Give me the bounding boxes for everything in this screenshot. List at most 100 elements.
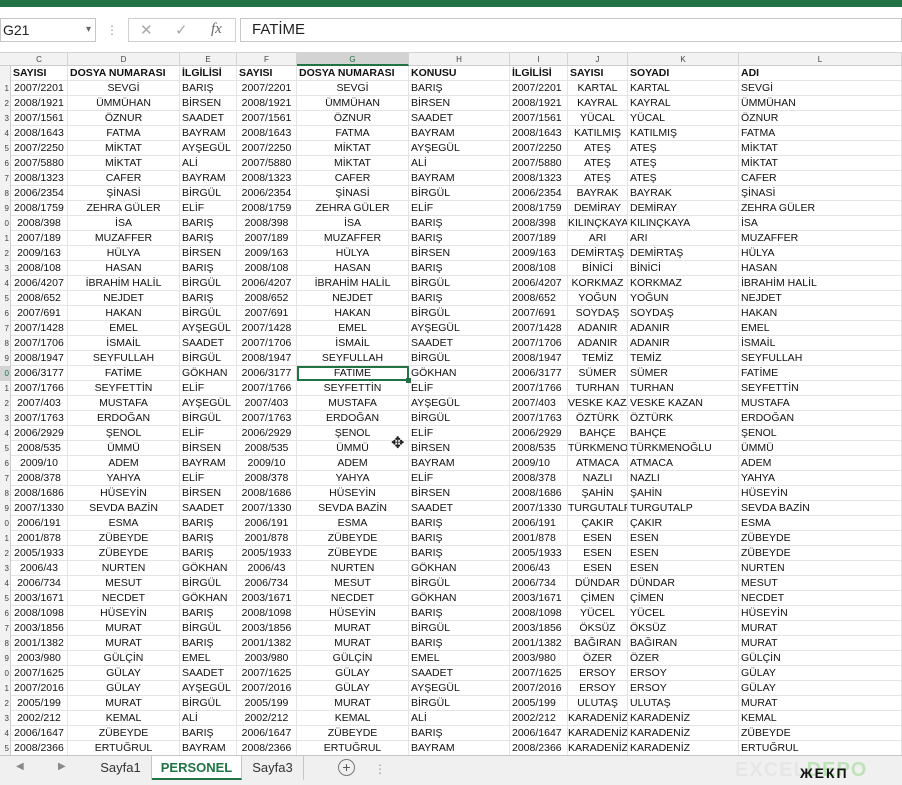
table-cell[interactable]: KILINÇKAYA (568, 216, 628, 231)
table-cell[interactable]: 2002/212 (11, 711, 68, 726)
table-cell[interactable]: ERSOY (628, 681, 739, 696)
table-cell[interactable]: 2005/1933 (237, 546, 297, 561)
table-header-cell[interactable]: ADI (739, 66, 902, 81)
table-cell[interactable]: DEMİRAY (628, 201, 739, 216)
table-cell[interactable]: KARADENİZ (568, 711, 628, 726)
table-cell[interactable]: YOĞUN (628, 291, 739, 306)
table-cell[interactable]: 2008/378 (11, 471, 68, 486)
table-cell[interactable]: KATILMIŞ (628, 126, 739, 141)
table-cell[interactable]: 2001/878 (510, 531, 568, 546)
row-header[interactable]: 5 (0, 591, 11, 606)
table-cell[interactable]: BARIŞ (409, 726, 510, 741)
table-header-cell[interactable]: KONUSU (409, 66, 510, 81)
table-cell[interactable]: KILINÇKAYA (628, 216, 739, 231)
table-header-cell[interactable]: DOSYA NUMARASI (297, 66, 409, 81)
table-cell[interactable]: 2008/398 (510, 216, 568, 231)
row-header[interactable]: 3 (0, 261, 11, 276)
table-cell[interactable]: 2001/878 (11, 531, 68, 546)
row-header[interactable]: 0 (0, 666, 11, 681)
table-cell[interactable]: BİRGÜL (409, 306, 510, 321)
table-cell[interactable]: YOĞUN (568, 291, 628, 306)
table-cell[interactable]: KEMAL (297, 711, 409, 726)
table-cell[interactable]: 2007/2250 (510, 141, 568, 156)
row-header[interactable]: 4 (0, 126, 11, 141)
table-cell[interactable]: 2008/1921 (510, 96, 568, 111)
table-cell[interactable]: BAHÇE (568, 426, 628, 441)
table-cell[interactable]: 2009/163 (510, 246, 568, 261)
table-cell[interactable]: 2007/2201 (510, 81, 568, 96)
table-cell[interactable]: 2003/1856 (237, 621, 297, 636)
table-cell[interactable]: 2007/2016 (11, 681, 68, 696)
table-cell[interactable]: EMEL (68, 321, 180, 336)
column-header-e[interactable]: E (180, 53, 237, 66)
table-cell[interactable]: 2008/1759 (11, 201, 68, 216)
table-cell[interactable]: HÜSEYİN (297, 606, 409, 621)
row-header[interactable]: 7 (0, 321, 11, 336)
table-cell[interactable]: 2007/1561 (237, 111, 297, 126)
table-cell[interactable]: MURAT (297, 621, 409, 636)
row-header[interactable]: 1 (0, 681, 11, 696)
table-cell[interactable]: İSA (297, 216, 409, 231)
table-cell[interactable]: BARIŞ (409, 231, 510, 246)
table-cell[interactable]: 2007/2016 (510, 681, 568, 696)
table-cell[interactable]: 2003/980 (11, 651, 68, 666)
row-header[interactable]: 6 (0, 456, 11, 471)
table-cell[interactable]: 2007/2250 (11, 141, 68, 156)
table-cell[interactable]: GÜLAY (297, 681, 409, 696)
column-header-j[interactable]: J (568, 53, 628, 66)
table-cell[interactable]: 2008/398 (11, 216, 68, 231)
table-cell[interactable]: NECDET (739, 591, 902, 606)
table-cell[interactable]: BARIŞ (180, 231, 237, 246)
row-header[interactable]: 6 (0, 156, 11, 171)
sheet-tab-sayfa3[interactable]: Sayfa3 (242, 756, 304, 780)
table-cell[interactable]: 2007/2250 (237, 141, 297, 156)
table-cell[interactable]: ŞAHİN (568, 486, 628, 501)
table-cell[interactable]: 2005/199 (11, 696, 68, 711)
table-cell[interactable]: ZÜBEYDE (739, 726, 902, 741)
table-cell[interactable]: BAYRAM (180, 126, 237, 141)
table-cell[interactable]: CAFER (68, 171, 180, 186)
table-cell[interactable]: 2008/1098 (237, 606, 297, 621)
table-cell[interactable]: SAADET (180, 111, 237, 126)
table-cell[interactable]: ADEM (739, 456, 902, 471)
function-icon[interactable]: fx (211, 21, 222, 38)
column-header-g[interactable]: G (297, 53, 409, 66)
table-cell[interactable]: 2008/1759 (510, 201, 568, 216)
row-header[interactable]: 3 (0, 111, 11, 126)
table-cell[interactable]: İBRAHİM HALİL (68, 276, 180, 291)
table-cell[interactable]: 2001/1382 (510, 636, 568, 651)
table-cell[interactable]: 2001/878 (237, 531, 297, 546)
table-cell[interactable]: 2005/1933 (510, 546, 568, 561)
table-cell[interactable]: BARIŞ (180, 516, 237, 531)
table-cell[interactable]: ZÜBEYDE (739, 531, 902, 546)
table-cell[interactable]: NEJDET (68, 291, 180, 306)
table-cell[interactable]: 2003/1671 (237, 591, 297, 606)
row-header[interactable]: 4 (0, 426, 11, 441)
table-cell[interactable]: ESEN (568, 561, 628, 576)
table-cell[interactable]: HÜSEYİN (739, 606, 902, 621)
table-cell[interactable]: ŞİNASİ (68, 186, 180, 201)
table-cell[interactable]: BİRSEN (180, 96, 237, 111)
table-cell[interactable]: MURAT (739, 696, 902, 711)
table-cell[interactable]: 2006/1647 (11, 726, 68, 741)
table-cell[interactable]: MUSTAFA (739, 396, 902, 411)
table-cell[interactable]: ÜMMÜHAN (297, 96, 409, 111)
table-cell[interactable]: ÇİMEN (568, 591, 628, 606)
table-cell[interactable]: 2008/1947 (11, 351, 68, 366)
table-cell[interactable]: 2006/2929 (510, 426, 568, 441)
table-cell[interactable]: EMEL (409, 651, 510, 666)
table-cell[interactable]: TURHAN (568, 381, 628, 396)
table-cell[interactable]: ERTUĞRUL (297, 741, 409, 756)
row-header[interactable]: 9 (0, 651, 11, 666)
table-cell[interactable]: BİRGÜL (180, 351, 237, 366)
table-cell[interactable]: BİRGÜL (180, 621, 237, 636)
table-cell[interactable]: MURAT (68, 696, 180, 711)
table-cell[interactable]: BAYRAM (180, 456, 237, 471)
table-cell[interactable]: 2007/403 (11, 396, 68, 411)
table-cell[interactable]: EMEL (297, 321, 409, 336)
table-cell[interactable]: 2008/1643 (11, 126, 68, 141)
table-cell[interactable]: KARADENİZ (628, 711, 739, 726)
table-cell[interactable]: 2007/1625 (510, 666, 568, 681)
table-cell[interactable]: 2007/1561 (510, 111, 568, 126)
table-cell[interactable]: 2003/1856 (510, 621, 568, 636)
